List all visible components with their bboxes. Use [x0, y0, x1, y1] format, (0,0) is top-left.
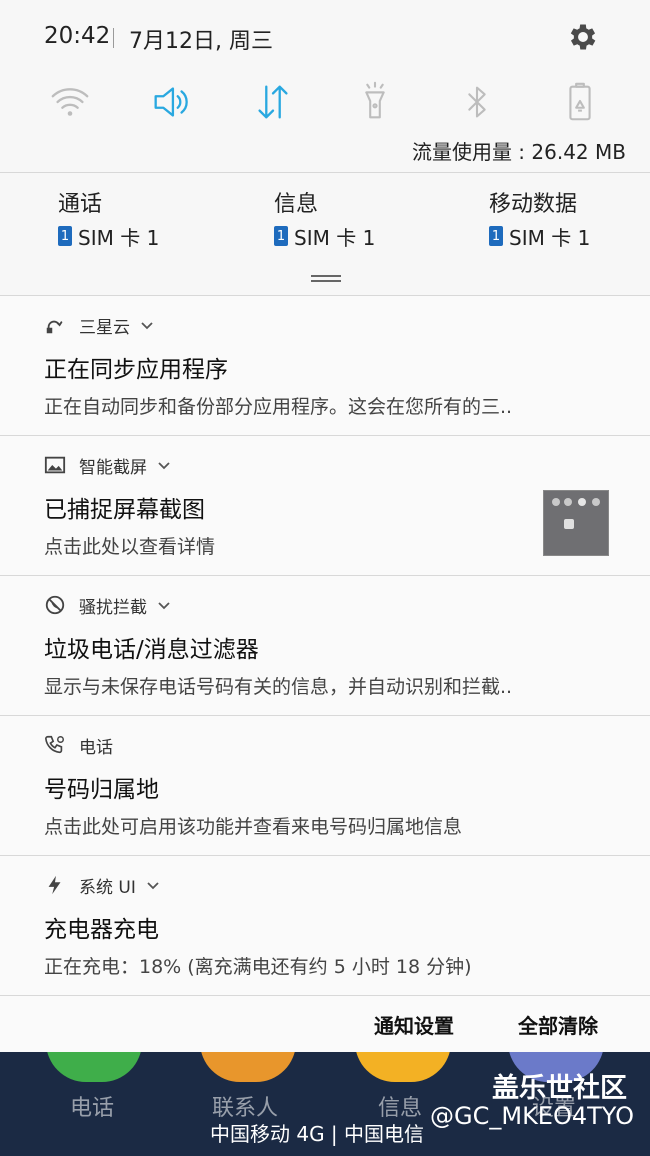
contacts-app-icon[interactable]: [200, 1052, 296, 1082]
notification-app-name: 智能截屏: [79, 457, 147, 478]
notification-app-name: 三星云: [79, 317, 130, 338]
notification-app-name: 系统 UI: [79, 877, 136, 898]
chevron-down-icon[interactable]: [157, 598, 171, 612]
wifi-toggle[interactable]: [40, 72, 100, 132]
notification-phone[interactable]: 电话 号码归属地 点击此处可启用该功能并查看来电号码归属地信息: [0, 715, 650, 855]
speaker-icon: [154, 87, 188, 117]
sim-badge-icon: 1: [58, 226, 72, 246]
sim-item-call[interactable]: 通话 1 SIM 卡 1: [58, 189, 159, 251]
sim-card-panel: 通话 1 SIM 卡 1 信息 1 SIM 卡 1 移动数据 1 SIM 卡 1: [0, 173, 650, 295]
screenshot-thumbnail[interactable]: [543, 490, 609, 556]
watermark-title: 盖乐世社区: [492, 1073, 627, 1104]
chevron-down-icon[interactable]: [140, 318, 154, 332]
sim-badge-icon: 1: [489, 226, 503, 246]
sim-item-mobile-data[interactable]: 移动数据 1 SIM 卡 1: [489, 189, 590, 251]
bluetooth-toggle[interactable]: [447, 72, 507, 132]
notification-smart-capture[interactable]: 智能截屏 已捕捉屏幕截图 点击此处以查看详情: [0, 435, 650, 575]
sim-item-message[interactable]: 信息 1 SIM 卡 1: [274, 189, 375, 251]
samsung-cloud-icon: [44, 314, 66, 336]
notification-body: 显示与未保存电话号码有关的信息，并自动识别和拦截..: [44, 676, 513, 698]
mobile-data-toggle[interactable]: [243, 72, 303, 132]
notification-body: 正在充电：18% (离充满电还有约 5 小时 18 分钟): [44, 956, 472, 978]
sim-badge-icon: 1: [274, 226, 288, 246]
sound-toggle[interactable]: [141, 72, 201, 132]
notification-body: 点击此处可启用该功能并查看来电号码归属地信息: [44, 816, 463, 838]
notification-body: 点击此处以查看详情: [44, 536, 216, 558]
chevron-down-icon[interactable]: [157, 458, 171, 472]
notification-samsung-cloud[interactable]: 三星云 正在同步应用程序 正在自动同步和备份部分应用程序。这会在您所有的三..: [0, 295, 650, 435]
time-date-separator: [113, 28, 114, 48]
sim-item-value: SIM 卡 1: [78, 225, 160, 250]
notification-title: 充电器充电: [44, 917, 159, 943]
chevron-down-icon[interactable]: [146, 878, 160, 892]
wifi-icon: [51, 88, 89, 116]
notification-app-name: 电话: [79, 737, 113, 758]
status-time: 20:42: [44, 23, 111, 49]
notification-system-ui[interactable]: 系统 UI 充电器充电 正在充电：18% (离充满电还有约 5 小时 18 分钟…: [0, 855, 650, 995]
sim-item-value: SIM 卡 1: [509, 225, 591, 250]
image-icon: [44, 454, 66, 476]
data-transfer-icon: [258, 85, 288, 119]
quick-toggle-row: [0, 72, 650, 132]
notification-title: 已捕捉屏幕截图: [44, 497, 205, 523]
phone-app-icon[interactable]: [46, 1052, 142, 1082]
quick-settings-panel: 20:42 7月12日, 周三 流量使用量 : 26.42 MB: [0, 0, 650, 172]
sim-item-title: 移动数据: [489, 192, 578, 217]
notification-title: 正在同步应用程序: [44, 357, 228, 383]
panel-drag-handle[interactable]: [311, 275, 341, 283]
messages-app-icon[interactable]: [355, 1052, 451, 1082]
bluetooth-icon: [468, 86, 486, 118]
flashlight-toggle[interactable]: [345, 72, 405, 132]
status-date: 7月12日, 周三: [129, 29, 273, 54]
sim-item-title: 信息: [274, 192, 319, 217]
notification-spam-block[interactable]: 骚扰拦截 垃圾电话/消息过滤器 显示与未保存电话号码有关的信息，并自动识别和拦截…: [0, 575, 650, 715]
notification-body: 正在自动同步和备份部分应用程序。这会在您所有的三..: [44, 396, 513, 418]
flashlight-icon: [365, 81, 385, 119]
watermark-handle: @GC_MKEO4TYO: [430, 1102, 635, 1130]
clear-all-button[interactable]: 全部清除: [518, 1010, 598, 1039]
notification-title: 号码归属地: [44, 777, 159, 803]
sim-item-value: SIM 卡 1: [294, 225, 376, 250]
notification-app-name: 骚扰拦截: [79, 597, 147, 618]
data-usage-label: 流量使用量 : 26.42 MB: [411, 140, 626, 164]
home-screen-background: 电话 联系人 信息 设置 中国移动 4G | 中国电信 盖乐世社区 @GC_MK…: [0, 1052, 650, 1156]
phone-location-icon: [44, 734, 66, 756]
sim-item-title: 通话: [58, 192, 103, 217]
block-icon: [44, 594, 66, 616]
notification-actions-bar: 通知设置 全部清除: [0, 995, 650, 1053]
home-app-label: 电话: [70, 1096, 115, 1121]
power-saving-toggle[interactable]: [550, 72, 610, 132]
notification-settings-button[interactable]: 通知设置: [374, 1010, 454, 1039]
battery-recycle-icon: [569, 82, 591, 121]
carrier-label: 中国移动 4G | 中国电信: [210, 1122, 425, 1146]
notification-title: 垃圾电话/消息过滤器: [44, 637, 259, 663]
gear-icon[interactable]: [566, 20, 600, 54]
lightning-icon: [44, 874, 66, 896]
